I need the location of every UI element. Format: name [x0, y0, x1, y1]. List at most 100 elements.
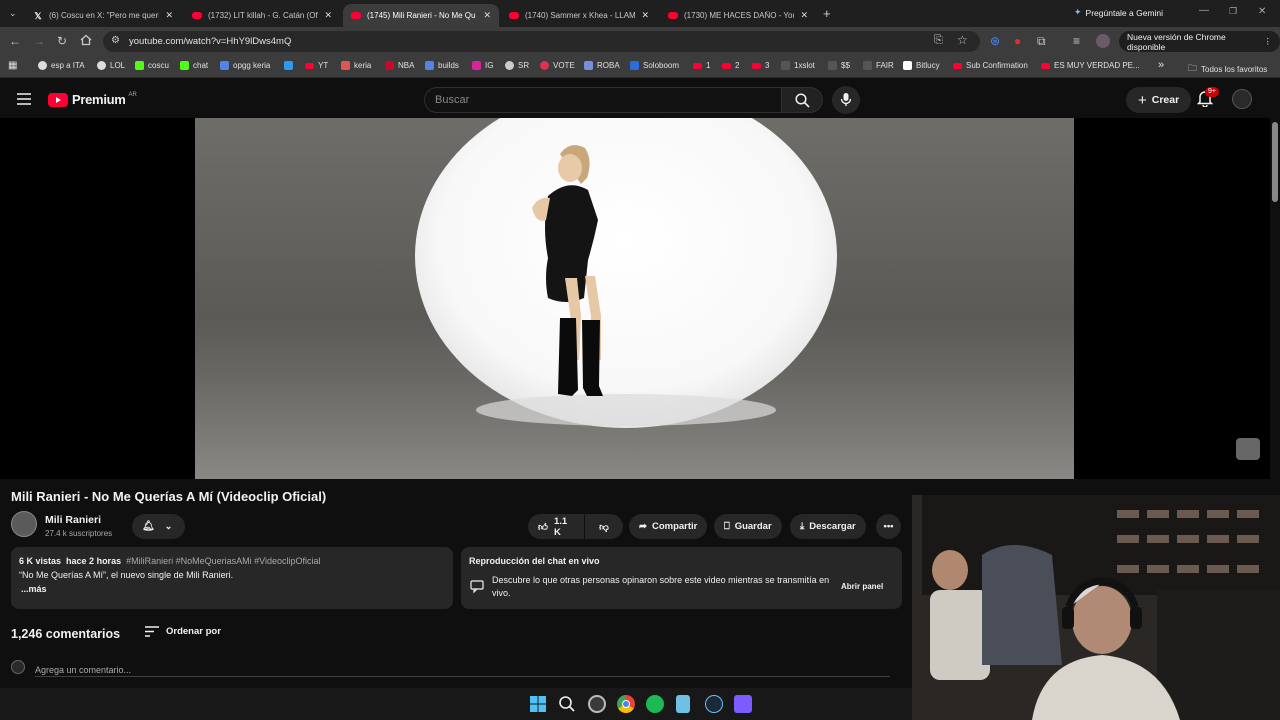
profile-avatar[interactable] — [1096, 34, 1110, 48]
notepad-icon[interactable] — [676, 695, 690, 713]
account-avatar[interactable] — [1232, 89, 1252, 109]
chevron-down-icon: ⌄ — [164, 521, 173, 531]
tab-search-icon[interactable]: ⌄ — [9, 8, 17, 19]
minimize-button[interactable]: — — [1199, 5, 1209, 16]
close-window-button[interactable]: ✕ — [1258, 6, 1266, 17]
new-tab-button[interactable]: + — [823, 6, 831, 21]
gemini-icon: ✦ — [1074, 7, 1082, 17]
bookmark-item[interactable]: IG — [472, 61, 493, 70]
search-button[interactable] — [781, 87, 823, 113]
bookmark-label: VOTE — [553, 61, 575, 70]
save-button[interactable]: ⎕ Guardar — [714, 514, 782, 539]
tab-lit-killah[interactable]: (1732) LIT killah - G. Catán (Offi ✕ — [184, 4, 340, 27]
media-control-icon[interactable]: ≡ — [1073, 34, 1080, 48]
bookmark-favicon — [425, 61, 434, 70]
video-player[interactable] — [0, 118, 1270, 479]
install-icon[interactable]: ⎘ — [934, 34, 943, 47]
bookmark-item[interactable]: 2 — [722, 61, 739, 70]
share-button[interactable]: ➦ Compartir — [629, 514, 708, 539]
hashtags[interactable]: #MiliRanieri #NoMeQueriasAMi #VideoclipO… — [126, 556, 320, 566]
forward-button[interactable]: → — [33, 34, 45, 48]
bookmark-item[interactable]: ROBA — [584, 61, 620, 70]
windows-start-icon[interactable] — [529, 695, 547, 713]
bookmark-label: 3 — [765, 61, 770, 70]
more-actions-button[interactable]: ••• — [876, 514, 901, 539]
channel-name[interactable]: Mili Ranieri — [45, 514, 101, 526]
extension-icon[interactable]: ● — [1014, 34, 1021, 48]
tab-close-icon[interactable]: ✕ — [324, 10, 332, 21]
search-icon[interactable] — [558, 695, 576, 713]
bookmark-item[interactable]: builds — [425, 61, 459, 70]
voice-search-button[interactable] — [832, 86, 860, 114]
bookmark-item[interactable]: Sub Confirmation — [953, 61, 1028, 70]
app-icon[interactable] — [588, 695, 606, 713]
site-info-icon[interactable]: ⚙ — [111, 35, 120, 46]
apps-grid-icon[interactable]: ▦ — [8, 60, 17, 71]
hamburger-menu-icon[interactable] — [17, 93, 31, 105]
home-button[interactable] — [80, 34, 92, 49]
tab-close-icon[interactable]: ✕ — [165, 10, 173, 21]
bookmark-item[interactable]: keria — [341, 61, 371, 70]
youtube-premium-logo[interactable]: Premium AR — [48, 92, 137, 107]
chrome-icon[interactable] — [617, 695, 635, 713]
tab-sammer-khea[interactable]: (1740) Sammer x Khea - LLAMA ✕ — [501, 4, 657, 27]
extension-icon[interactable]: ⊛ — [990, 34, 1000, 48]
bookmark-item[interactable]: NBA — [385, 61, 414, 70]
notifications-button[interactable]: 9+ — [1196, 87, 1219, 110]
video-title: Mili Ranieri - No Me Querías A Mí (Video… — [11, 489, 327, 504]
bookmark-star-icon[interactable]: ☆ — [957, 33, 968, 47]
spotify-icon[interactable] — [646, 695, 664, 713]
kick-icon — [180, 61, 189, 70]
tab-me-haces-dano[interactable]: (1730) ME HACES DAÑO - You ✕ — [660, 4, 816, 27]
bookmark-item[interactable]: Bitlucy — [903, 61, 940, 70]
sort-comments-button[interactable]: Ordenar por — [145, 626, 221, 637]
scrollbar-thumb[interactable] — [1272, 122, 1278, 202]
bookmark-item[interactable]: Soloboom — [630, 61, 679, 70]
extensions-puzzle-icon[interactable]: ⧉ — [1037, 34, 1046, 48]
bookmark-item[interactable]: FAIR — [863, 61, 894, 70]
subscribed-bell-button[interactable]: 🔔︎ ⌄ — [132, 514, 185, 539]
all-bookmarks-button[interactable]: 🗀 Todos los favoritos — [1188, 61, 1267, 77]
bookmark-item[interactable] — [284, 61, 297, 70]
tab-close-icon[interactable]: ✕ — [483, 10, 491, 21]
gemini-button[interactable]: ✦ Pregúntale a Gemini — [1074, 7, 1163, 18]
add-comment-input[interactable]: Agrega un comentario... — [35, 660, 890, 677]
bookmark-item[interactable]: LOL — [97, 61, 125, 70]
open-panel-button[interactable]: Abrir panel — [841, 582, 883, 591]
bookmark-item[interactable]: VOTE — [540, 61, 575, 70]
calendar-icon[interactable] — [734, 695, 752, 713]
show-more-link[interactable]: ...más — [21, 584, 47, 594]
bookmark-item[interactable]: ES MUY VERDAD PE... — [1041, 61, 1140, 70]
bookmark-item[interactable]: opgg keria — [220, 61, 270, 70]
bookmark-item[interactable]: esp a ITA — [38, 61, 85, 70]
dislike-button[interactable]: 👎︎ — [585, 514, 623, 539]
bookmark-item[interactable]: chat — [180, 61, 208, 70]
bookmark-item[interactable]: $$ — [828, 61, 850, 70]
chat-replay-text: Descubre lo que otras personas opinaron … — [492, 575, 830, 598]
tab-mili-ranieri[interactable]: (1745) Mili Ranieri - No Me Qu ✕ — [343, 4, 499, 27]
address-bar[interactable]: ⚙ youtube.com/watch?v=HhY9lDws4mQ ⎘ ☆ — [103, 31, 980, 52]
bookmark-item[interactable]: 3 — [752, 61, 769, 70]
bookmark-item[interactable]: 1xslot — [781, 61, 815, 70]
search-input[interactable]: Buscar — [424, 87, 782, 113]
bookmark-item[interactable]: coscu — [135, 61, 169, 70]
bookmark-item[interactable]: 1 — [693, 61, 710, 70]
back-button[interactable]: ← — [9, 34, 21, 48]
create-button[interactable]: + Crear — [1126, 87, 1192, 113]
tab-close-icon[interactable]: ✕ — [641, 10, 649, 21]
download-button[interactable]: ⤓ Descargar — [790, 514, 866, 539]
steam-icon[interactable] — [705, 695, 723, 713]
reload-button[interactable]: ↻ — [57, 34, 67, 48]
folder-icon: 🗀 — [1188, 63, 1198, 73]
maximize-button[interactable]: ❐ — [1229, 6, 1237, 17]
bookmarks-overflow-icon[interactable]: » — [1158, 59, 1164, 71]
channel-avatar[interactable] — [11, 511, 37, 537]
tab-close-icon[interactable]: ✕ — [800, 10, 808, 21]
like-button[interactable]: 👍︎ 1.1 K — [528, 514, 584, 539]
description-box[interactable]: 6 K vistas hace 2 horas #MiliRanieri #No… — [11, 547, 453, 609]
bookmark-item[interactable]: SR — [505, 61, 529, 70]
tab-coscu[interactable]: 𝕏 (6) Coscu en X: "Pero me quería ✕ — [25, 4, 181, 27]
bookmark-label: 1xslot — [794, 61, 815, 70]
chrome-update-button[interactable]: Nueva versión de Chrome disponible ⋮ — [1119, 31, 1280, 52]
bookmark-item[interactable]: YT — [305, 61, 328, 70]
